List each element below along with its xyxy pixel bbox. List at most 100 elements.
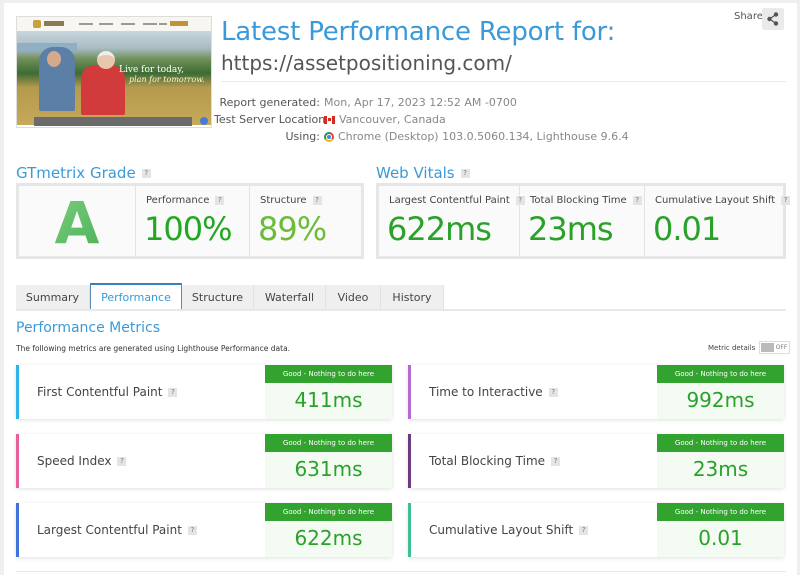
info-row-server-location: Test Server Location: Vancouver, Canada [214,111,629,128]
help-icon[interactable]: ? [117,456,127,466]
structure-label-text: Structure [260,195,307,206]
help-icon[interactable]: ? [460,168,470,178]
metric-card-largest-contentful-paint: Largest Contentful Paint? Good - Nothing… [16,503,392,557]
vital-label: Cumulative Layout Shift? [655,195,791,206]
help-icon[interactable]: ? [215,196,225,205]
recaptcha-icon [200,117,208,125]
performance-score-value: 100% [144,210,232,248]
section-divider [16,571,786,572]
vital-value: 23ms [528,210,614,248]
report-url[interactable]: https://assetpositioning.com/ [221,51,512,75]
metric-value: 23ms [692,457,749,481]
tab-video[interactable]: Video [326,285,381,310]
vital-tbt-cell: Total Blocking Time? 23ms [520,186,645,256]
site-cta-button [170,21,188,26]
vital-value: 622ms [387,210,492,248]
divider [221,81,786,82]
help-icon[interactable]: ? [632,196,642,205]
metric-color-stripe [408,434,411,488]
info-value: Vancouver, Canada [324,111,446,128]
metric-card-speed-index: Speed Index? Good - Nothing to do here 6… [16,434,392,488]
tab-history[interactable]: History [381,285,444,310]
metric-name: Time to Interactive? [429,365,558,419]
site-logo-text [44,21,64,26]
share-label[interactable]: Share [734,11,763,22]
structure-score-cell: Structure? 89% [250,186,361,256]
web-vitals-box: Largest Contentful Paint? 622ms Total Bl… [376,183,791,259]
site-nav-link [143,23,157,25]
metric-name-text: Largest Contentful Paint [37,523,182,537]
site-nav-link [121,23,135,25]
metric-value: 622ms [294,526,363,550]
hero-tagline-1: Live for today, [119,65,184,75]
metric-card-time-to-interactive: Time to Interactive? Good - Nothing to d… [408,365,784,419]
metric-name: Speed Index? [37,434,127,488]
metric-status: Good - Nothing to do here [265,434,392,452]
metric-details-toggle[interactable]: OFF [759,341,791,354]
metric-name-text: Speed Index [37,454,112,468]
metric-name: Cumulative Layout Shift? [429,503,589,557]
performance-score-label: Performance? [146,195,225,206]
metric-badge: Good - Nothing to do here 0.01 [657,503,784,557]
metric-card-first-contentful-paint: First Contentful Paint? Good - Nothing t… [16,365,392,419]
vital-label-text: Cumulative Layout Shift [655,195,776,206]
performance-score-cell: Performance? 100% [136,186,250,256]
metric-color-stripe [16,365,19,419]
site-nav-link [159,23,167,25]
share-icon [767,12,779,26]
info-value: Chrome (Desktop) 103.0.5060.134, Lightho… [324,128,629,145]
metric-name-text: First Contentful Paint [37,385,163,399]
help-icon[interactable]: ? [781,196,791,205]
help-icon[interactable]: ? [551,456,561,466]
help-icon[interactable]: ? [168,387,178,397]
screenshot-nav [17,17,211,31]
metric-badge: Good - Nothing to do here 992ms [657,365,784,419]
share-button[interactable] [762,8,784,30]
help-icon[interactable]: ? [548,387,558,397]
vital-value: 0.01 [653,210,721,248]
metric-badge: Good - Nothing to do here 622ms [265,503,392,557]
canada-flag-icon [324,115,335,124]
tab-waterfall[interactable]: Waterfall [254,285,326,310]
report-date: Mon, Apr 17, 2023 12:52 AM -0700 [324,96,517,109]
metric-name: Total Blocking Time? [429,434,561,488]
metric-name-text: Cumulative Layout Shift [429,523,574,537]
metric-details-control: Metric details OFF [708,341,791,354]
metric-name: Largest Contentful Paint? [37,503,197,557]
metric-status: Good - Nothing to do here [265,365,392,383]
metric-value: 631ms [294,457,363,481]
gtmetrix-grade-box: A Performance? 100% Structure? 89% [16,183,364,259]
toggle-state: OFF [775,344,788,351]
grade-cell: A [19,186,136,257]
structure-score-value: 89% [258,210,327,248]
metric-status: Good - Nothing to do here [657,365,784,383]
vital-lcp-cell: Largest Contentful Paint? 622ms [379,186,525,256]
hero-person-man-head [47,51,61,67]
metric-name-text: Time to Interactive [429,385,543,399]
tab-performance[interactable]: Performance [90,283,182,310]
help-icon[interactable]: ? [579,525,589,535]
report-page: Live for today, plan for tomorrow. Lates… [4,3,797,575]
performance-metrics-subtitle: The following metrics are generated usin… [16,344,291,353]
browser-info: Chrome (Desktop) 103.0.5060.134, Lightho… [338,130,629,143]
structure-score-label: Structure? [260,195,322,206]
vital-label-text: Total Blocking Time [530,195,627,206]
tab-summary[interactable]: Summary [16,285,90,310]
metric-status: Good - Nothing to do here [657,503,784,521]
metric-details-label: Metric details [708,343,756,352]
metric-color-stripe [408,503,411,557]
vital-label: Largest Contentful Paint? [389,195,525,206]
help-icon[interactable]: ? [187,525,197,535]
info-label: Test Server Location: [214,113,329,126]
site-screenshot[interactable]: Live for today, plan for tomorrow. [16,16,212,128]
toggle-knob [761,343,775,352]
site-nav-link [99,23,113,25]
metric-name-text: Total Blocking Time [429,454,546,468]
info-row-report-generated: Report generated: Mon, Apr 17, 2023 12:5… [214,94,629,111]
tab-structure[interactable]: Structure [182,285,254,310]
help-icon[interactable]: ? [312,196,322,205]
metric-badge: Good - Nothing to do here 411ms [265,365,392,419]
performance-label-text: Performance [146,195,210,206]
gtmetrix-grade-heading: GTmetrix Grade ? [16,164,151,182]
help-icon[interactable]: ? [141,168,151,178]
